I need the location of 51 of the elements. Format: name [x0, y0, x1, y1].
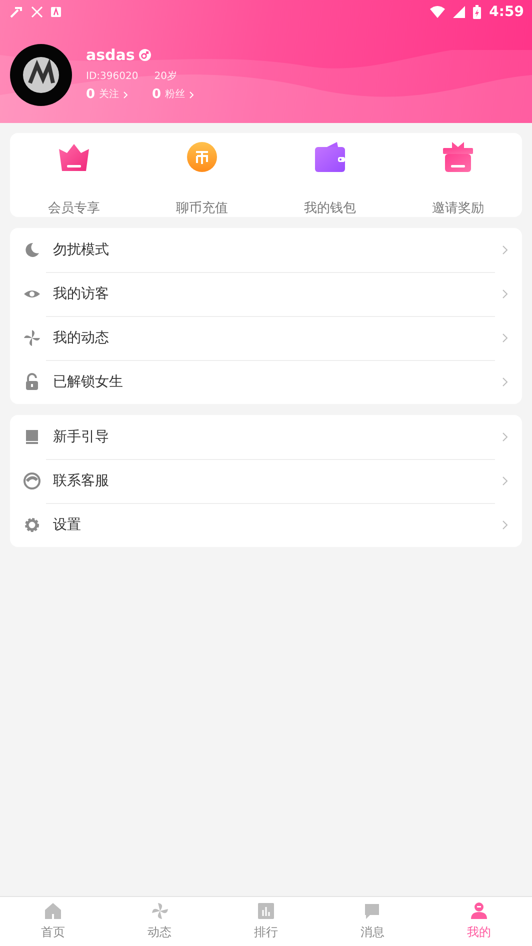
gift-icon	[441, 141, 475, 173]
male-icon	[138, 48, 151, 61]
coin-icon	[185, 141, 219, 173]
menu-item-label[interactable]: 已解锁女生	[53, 372, 123, 392]
home-icon	[44, 902, 62, 920]
clock-time: 4:59	[489, 2, 524, 22]
pinwheel-icon	[150, 902, 169, 920]
avatar-logo-icon	[21, 55, 61, 95]
quick-action-label[interactable]: 我的钱包	[304, 199, 356, 218]
quick-action-label[interactable]: 会员专享	[48, 199, 100, 218]
menu-item-label[interactable]: 我的访客	[53, 284, 109, 304]
fans-count[interactable]: 0	[152, 84, 162, 104]
chevron-icon	[123, 90, 128, 98]
close-icon	[31, 6, 43, 18]
chevron-icon	[502, 333, 508, 343]
quick-action-label[interactable]: 聊币充值	[176, 199, 228, 218]
chart-icon	[257, 902, 276, 920]
chat-icon	[363, 902, 382, 920]
user-id: ID:396020	[86, 70, 138, 84]
menu-item-label[interactable]: 新手引导	[53, 426, 109, 448]
menu-item-label[interactable]: 我的动态	[53, 328, 109, 348]
chevron-icon	[189, 90, 194, 98]
chevron-icon	[502, 432, 508, 442]
tab[interactable]: 排行	[212, 897, 320, 946]
chevron-icon	[502, 289, 508, 299]
person-icon	[470, 902, 488, 920]
battery-icon	[473, 5, 482, 19]
chevron-icon	[502, 377, 508, 387]
book-icon	[23, 428, 41, 446]
pinwheel-icon	[23, 329, 41, 347]
chevron-icon	[502, 520, 508, 530]
menu-item-label[interactable]: 联系客服	[53, 470, 109, 492]
settings-icon	[23, 516, 41, 534]
app-icon	[51, 7, 61, 17]
wifi-icon	[430, 6, 446, 18]
tab[interactable]: 消息	[319, 897, 426, 946]
chevron-icon	[502, 245, 508, 255]
user-name: asdas	[86, 46, 135, 64]
chevron-icon	[502, 476, 508, 486]
menu-item-label[interactable]: 设置	[53, 514, 81, 536]
tab[interactable]: 我的	[426, 897, 532, 946]
tool-icon	[10, 6, 23, 18]
moon-icon	[23, 241, 41, 259]
menu-item-label[interactable]: 勿扰模式	[53, 240, 109, 260]
wallet-icon	[313, 141, 347, 173]
signal-icon	[453, 6, 466, 18]
quick-action-label[interactable]: 邀请奖励	[432, 199, 484, 218]
tab[interactable]: 动态	[106, 897, 213, 946]
user-age: 20岁	[154, 70, 177, 84]
tab[interactable]: 首页	[0, 897, 106, 946]
unlock-icon	[23, 373, 41, 391]
